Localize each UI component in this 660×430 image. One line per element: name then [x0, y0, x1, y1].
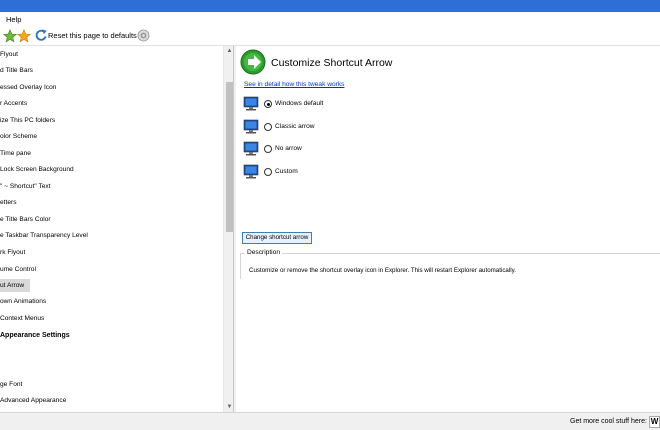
reset-defaults-button[interactable]: Reset this page to defaults — [48, 31, 137, 40]
computer-icon — [242, 164, 260, 180]
nav-item[interactable]: ize This PC folders — [0, 114, 55, 127]
scroll-thumb[interactable] — [226, 82, 233, 232]
description-text: Customize or remove the shortcut overlay… — [249, 267, 516, 274]
scroll-down-icon[interactable]: ▼ — [224, 402, 233, 412]
star-green-icon[interactable] — [3, 29, 17, 43]
computer-icon — [242, 119, 260, 135]
menu-bar: Help — [0, 12, 660, 26]
nav-item[interactable]: own Animations — [0, 295, 46, 308]
radio-label: Classic arrow — [275, 122, 315, 130]
star-orange-icon[interactable] — [17, 29, 31, 43]
nav-item[interactable]: ut Arrow — [0, 279, 31, 292]
detail-link[interactable]: See in detail how this tweak works — [244, 81, 344, 88]
radio-button[interactable] — [264, 145, 272, 153]
content-panel: Customize Shortcut Arrow See in detail h… — [236, 46, 660, 412]
radio-label: Custom — [275, 167, 298, 175]
radio-button[interactable] — [264, 122, 272, 131]
nav-item[interactable]: " ~ Shortcut" Text — [0, 180, 51, 193]
nav-item[interactable]: Time pane — [0, 147, 31, 160]
change-shortcut-arrow-button[interactable]: Change shortcut arrow — [242, 232, 312, 244]
nav-item[interactable]: Context Menus — [0, 312, 44, 325]
nav-item[interactable]: essed Overlay Icon — [0, 81, 56, 94]
radio-button[interactable] — [264, 167, 272, 176]
nav-item[interactable]: e Taskbar Transparency Level — [0, 229, 88, 242]
nav-scrollbar[interactable]: ▲ ▼ — [223, 46, 233, 412]
radio-button[interactable] — [264, 100, 272, 108]
nav-tree: Flyout d Title Bars essed Overlay Icon r Ac… — [0, 46, 234, 412]
toolbar: Reset this page to defaults — [0, 26, 660, 46]
nav-item[interactable]: ge Font — [0, 378, 22, 391]
radio-label: No arrow — [275, 145, 302, 152]
description-label: Description — [245, 249, 282, 256]
gear-icon[interactable] — [137, 29, 150, 42]
nav-item[interactable]: d Title Bars — [0, 64, 33, 77]
computer-icon — [242, 141, 260, 157]
nav-item[interactable]: Advanced Appearance — [0, 394, 66, 407]
nav-item[interactable]: Lock Screen Background — [0, 163, 74, 176]
nav-item[interactable]: ume Control — [0, 263, 36, 276]
scroll-up-icon[interactable]: ▲ — [224, 46, 233, 56]
nav-item[interactable]: etters — [0, 196, 17, 209]
nav-item[interactable]: r Accents — [0, 97, 27, 110]
nav-item[interactable]: olor Scheme — [0, 130, 37, 143]
nav-section-header[interactable]: Appearance Settings — [0, 329, 70, 342]
page-title: Customize Shortcut Arrow — [271, 57, 393, 69]
description-group: Description Customize or remove the shor… — [240, 249, 660, 279]
computer-icon — [242, 96, 260, 112]
title-bar — [0, 0, 660, 12]
menu-help[interactable]: Help — [6, 15, 21, 24]
nav-item[interactable]: e Title Bars Color — [0, 213, 51, 226]
status-bar: Get more cool stuff here: W — [0, 412, 660, 430]
refresh-icon[interactable] — [34, 28, 48, 42]
nav-item[interactable]: rk Flyout — [0, 246, 25, 259]
winaero-logo[interactable]: W — [649, 416, 660, 428]
nav-item[interactable]: Flyout — [0, 48, 18, 61]
arrow-circle-icon — [240, 49, 266, 75]
status-text: Get more cool stuff here: — [570, 418, 647, 425]
radio-label: Windows default — [275, 100, 324, 107]
